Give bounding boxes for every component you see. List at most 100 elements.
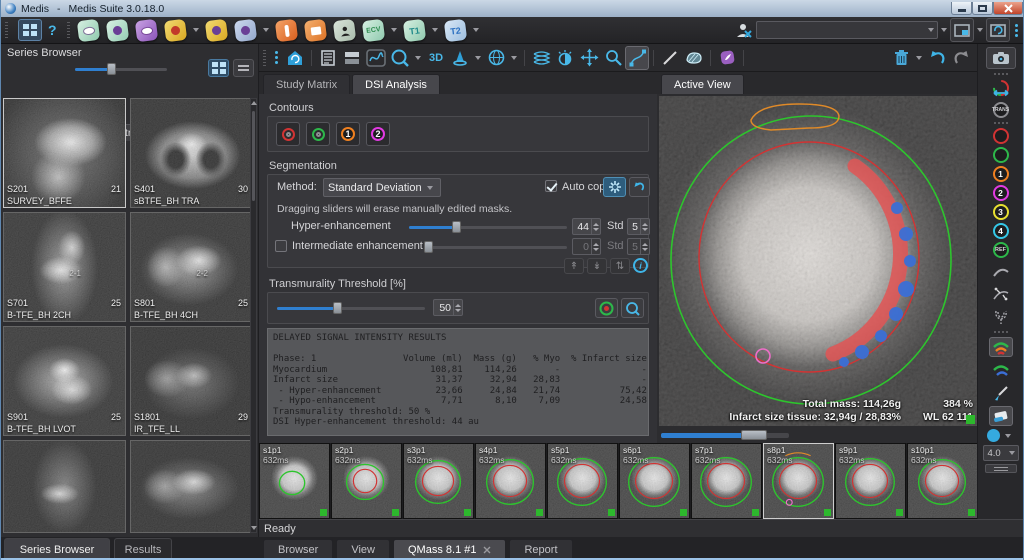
app-icon-folder-app[interactable]: [303, 18, 326, 41]
tab-qmass[interactable]: QMass 8.1 #1: [393, 539, 506, 560]
info-button[interactable]: i: [633, 258, 648, 273]
roi2-button[interactable]: 2: [993, 185, 1009, 201]
series-scrollbar[interactable]: [250, 98, 257, 533]
series-thumbnail[interactable]: 2-2 S801 25 B-TFE_BH 4CH: [130, 212, 253, 322]
filmstrip-item[interactable]: s9p1632ms: [835, 443, 906, 519]
tab-results[interactable]: Results: [114, 538, 172, 560]
roi1-button[interactable]: 1: [993, 166, 1009, 182]
close-button[interactable]: [993, 2, 1023, 15]
draw-brush-button[interactable]: [989, 383, 1013, 403]
scrollbar-thumb[interactable]: [252, 111, 255, 201]
ref-overlay-button[interactable]: [595, 298, 618, 318]
app-icon-qstrain[interactable]: [233, 18, 256, 41]
hyper-std-spinner[interactable]: 5: [627, 218, 650, 235]
app-icon-orange-app[interactable]: [274, 18, 297, 41]
app-icon-qflow[interactable]: [105, 18, 128, 41]
toolbar-grip[interactable]: [67, 22, 70, 38]
chevron-down-icon[interactable]: [511, 56, 517, 60]
epi-contour-button[interactable]: [993, 147, 1009, 163]
refresh-layout-button[interactable]: [986, 18, 1010, 42]
auto-segment-button[interactable]: [603, 177, 626, 197]
chevron-down-icon[interactable]: [916, 56, 922, 60]
app-icon-user-app[interactable]: [332, 18, 355, 41]
tab-view[interactable]: View: [336, 539, 390, 560]
grid-view-button[interactable]: [208, 59, 229, 77]
hyper-value-spinner[interactable]: 44: [572, 218, 601, 235]
filmstrip-item-selected[interactable]: s8p1632ms: [763, 443, 834, 519]
mask-draw-button[interactable]: [682, 46, 706, 70]
zoom-tool-button[interactable]: [601, 46, 625, 70]
delete-button[interactable]: [889, 46, 913, 70]
layout-button[interactable]: [18, 19, 42, 41]
auto-copy-checkbox[interactable]: [545, 180, 557, 192]
contour-epi-button[interactable]: [306, 122, 330, 146]
brush-width-select[interactable]: 4.0: [983, 445, 1019, 461]
mask-hyper-button[interactable]: [989, 337, 1013, 357]
series-thumbnail[interactable]: [3, 440, 126, 533]
beacon-tool-button[interactable]: [448, 46, 472, 70]
chevron-down-icon[interactable]: [473, 28, 479, 32]
film-view-button[interactable]: [340, 46, 364, 70]
redo-button[interactable]: [949, 46, 973, 70]
spline-pull-button[interactable]: [989, 284, 1013, 304]
eraser-button[interactable]: [989, 406, 1013, 426]
copy-contours-button[interactable]: [989, 79, 1013, 99]
filmstrip-item[interactable]: s5p1632ms: [547, 443, 618, 519]
tab-report[interactable]: Report: [509, 539, 572, 560]
qflow-tool-button[interactable]: [388, 46, 412, 70]
tab-study-matrix[interactable]: Study Matrix: [263, 74, 350, 94]
signal-curve-button[interactable]: [364, 46, 388, 70]
layers-button[interactable]: [529, 46, 553, 70]
user-session-button[interactable]: [732, 18, 756, 42]
contour-roi1-button[interactable]: 1: [336, 122, 360, 146]
report-button[interactable]: [316, 46, 340, 70]
filmstrip-item[interactable]: s7p1632ms: [691, 443, 762, 519]
contour-endo-button[interactable]: [276, 122, 300, 146]
chevron-down-icon[interactable]: [415, 56, 421, 60]
measure-line-button[interactable]: [658, 46, 682, 70]
app-icon-ecv[interactable]: ECV: [361, 18, 384, 41]
roi4-button[interactable]: 4: [993, 223, 1009, 239]
contour-edit-button[interactable]: [625, 46, 649, 70]
chevron-down-icon[interactable]: [391, 28, 397, 32]
contour-pull-button[interactable]: [989, 307, 1013, 327]
help-button[interactable]: ?: [48, 22, 57, 38]
undo-button[interactable]: [925, 46, 949, 70]
gem-tool-button[interactable]: [715, 46, 739, 70]
series-thumbnail[interactable]: S1801 29 IR_TFE_LL: [130, 326, 253, 436]
close-tab-icon[interactable]: [483, 546, 491, 554]
filmstrip-item[interactable]: s6p1632ms: [619, 443, 690, 519]
app-icon-qtavi[interactable]: [204, 18, 227, 41]
hyper-slider-handle[interactable]: [452, 221, 461, 233]
qmass-link-button[interactable]: [621, 298, 644, 318]
intermediate-checkbox[interactable]: [275, 240, 287, 252]
window-level-button[interactable]: [553, 46, 577, 70]
mask-hypo-button[interactable]: [989, 360, 1013, 380]
tab-dsi-analysis[interactable]: DSI Analysis: [352, 74, 440, 94]
chevron-down-icon[interactable]: [263, 28, 269, 32]
app-icon-qangio[interactable]: [163, 18, 186, 41]
trans-button[interactable]: TRANS: [993, 102, 1009, 118]
arc-tool-button[interactable]: [989, 261, 1013, 281]
method-select[interactable]: Standard Deviation: [323, 178, 441, 197]
maximize-button[interactable]: [972, 2, 993, 15]
chevron-down-icon[interactable]: [475, 56, 481, 60]
tab-active-view[interactable]: Active View: [661, 74, 744, 94]
transmurality-slider-handle[interactable]: [333, 302, 342, 314]
series-thumbnail[interactable]: 2-1 S701 25 B-TFE_BH 2CH: [3, 212, 126, 322]
intermediate-slider[interactable]: [427, 246, 567, 249]
contour-roi2-button[interactable]: 2: [366, 122, 390, 146]
snapshot-button[interactable]: [986, 47, 1016, 69]
app-icon-t1[interactable]: T1: [402, 18, 425, 41]
app-icon-qmass[interactable]: [76, 18, 99, 41]
pan-button[interactable]: [577, 46, 601, 70]
chevron-down-icon[interactable]: [432, 28, 438, 32]
chevron-down-icon[interactable]: [977, 28, 983, 32]
ref-contour-button[interactable]: REF: [993, 242, 1009, 258]
chevron-down-icon[interactable]: [941, 28, 947, 32]
transmurality-spinner[interactable]: 50: [433, 299, 463, 316]
scroll-down-icon[interactable]: [251, 526, 257, 530]
spinner-arrows-icon[interactable]: [640, 219, 649, 234]
chevron-down-icon[interactable]: [193, 28, 199, 32]
globe-tool-button[interactable]: [484, 46, 508, 70]
